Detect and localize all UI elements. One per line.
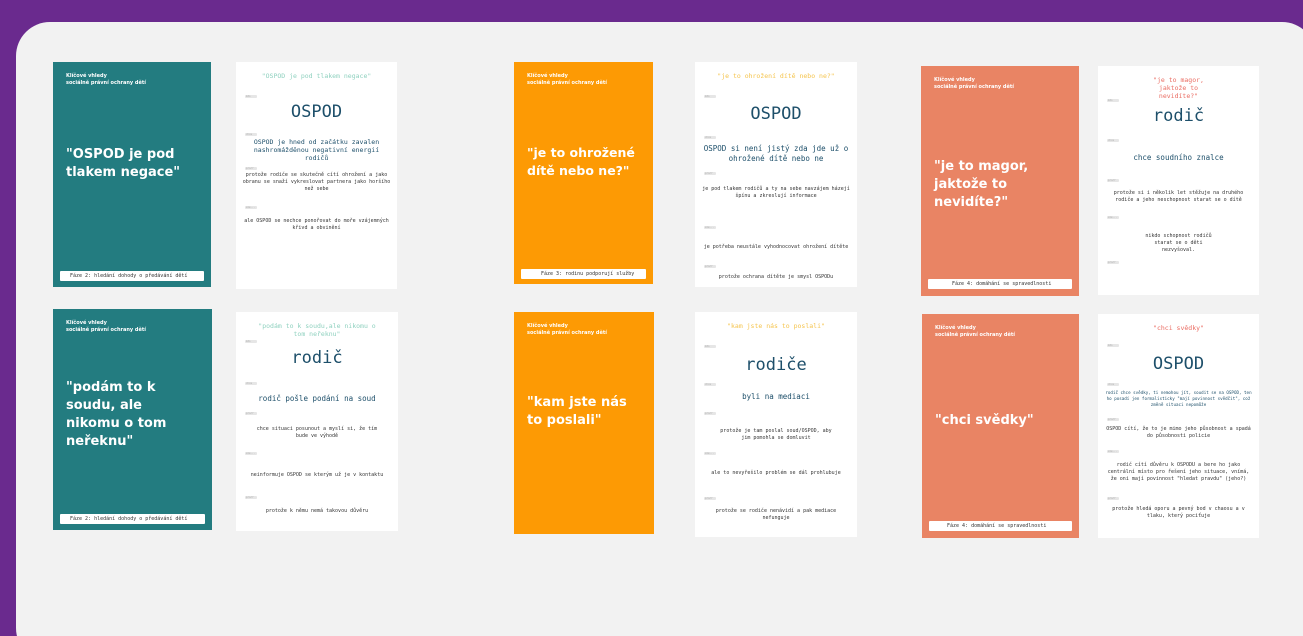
who-value: OSPOD [290, 102, 343, 122]
wants-label: chce [704, 136, 716, 139]
wants-label: chce [245, 133, 257, 136]
but-value: je potřeba neustále vyhodnocovat ohrožen… [703, 244, 849, 250]
why2-label: proč? [704, 265, 716, 268]
why-value: je pod tlakem rodičů a ty na sebe navzáj… [702, 186, 850, 199]
who-value: OSPOD [750, 104, 802, 124]
cover-quote: "je to ohrožené dítě nebo ne?" [527, 145, 635, 178]
why2-value: protože k němu nemá takovou důvěru [265, 508, 369, 514]
phase-badge: Fáze 2: hledání dohody o předávání dětí [60, 271, 204, 281]
cover-card[interactable]: Klíčové vhledy sociálně právní ochrany d… [922, 314, 1079, 538]
but-value: ale OSPOD se nechce ponořovat do moře vz… [244, 218, 389, 231]
but-label: ale... [245, 206, 257, 209]
why-value: OSPOD cítí, že to je mimo jeho působnost… [1106, 426, 1251, 439]
wants-label: chce [245, 382, 257, 385]
who-label: kdo [245, 95, 257, 98]
wants-value: byli na mediaci [742, 392, 810, 401]
why-label: proč? [704, 412, 716, 415]
why2-label: proč? [245, 496, 257, 499]
but-label: ale... [245, 452, 257, 455]
detail-quote: "je to ohrožení dítě nebo ne?" [717, 72, 835, 80]
why2-label: proč? [1107, 497, 1119, 500]
cover-card[interactable]: Klíčové vhledy sociálně právní ochrany d… [514, 62, 653, 284]
cover-quote: "chci svědky" [935, 413, 1034, 428]
detail-card[interactable]: "kam jste nás to poslali" kdo rodiče chc… [695, 312, 857, 537]
detail-quote: "chci svědky" [1153, 324, 1204, 332]
detail-quote: "kam jste nás to poslali" [727, 322, 825, 330]
who-label: kdo [1107, 344, 1119, 347]
but-label: ale... [1107, 216, 1119, 219]
why2-value: protože se rodiče nenávidí a pak mediace… [715, 508, 837, 521]
brand-label: Klíčové vhledy sociálně právní ochrany d… [934, 77, 1014, 90]
phase-badge: Fáze 3: rodinu podporují služby [521, 269, 646, 279]
cover-card[interactable]: Klíčové vhledy sociálně právní ochrany d… [53, 62, 211, 287]
who-label: kdo [704, 345, 716, 348]
why-value: protože si i několik let stěžuje na druh… [1113, 190, 1244, 203]
why2-label: proč? [1107, 261, 1119, 264]
cover-card[interactable]: Klíčové vhledy sociálně právní ochrany d… [514, 312, 654, 534]
cover-quote: "kam jste nás to poslali" [527, 395, 627, 428]
why-label: proč? [1107, 418, 1119, 421]
why-label: proč? [245, 412, 257, 415]
cover-quote: "je to magor, jaktože to nevidíte?" [934, 159, 1029, 210]
but-label: ale... [704, 226, 716, 229]
who-label: kdo [245, 340, 257, 343]
why-label: proč? [245, 167, 257, 170]
who-value: rodič [1152, 106, 1205, 126]
wants-value: OSPOD si není jistý zda jde už o ohrožen… [703, 144, 849, 163]
but-value: neinformuje OSPOD se kterým už je v kont… [250, 472, 384, 478]
detail-card[interactable]: "podám to k soudu,ale nikomu o tom neřek… [236, 312, 398, 531]
detail-card[interactable]: "OSPOD je pod tlakem negace" kdo OSPOD c… [236, 62, 397, 289]
why2-value: protože hledá oporu a pevný bod v chaosu… [1112, 506, 1245, 519]
phase-badge: Fáze 2: hledání dohody o předávání dětí [60, 514, 205, 524]
brand-label: Klíčové vhledy sociálně právní ochrany d… [935, 325, 1015, 338]
but-label: ale... [704, 452, 716, 455]
cover-quote: "OSPOD je pod tlakem negace" [66, 147, 181, 180]
cover-quote: "podám to k soudu, ale nikomu o tom neře… [66, 380, 167, 449]
why2-value: protože ochrana dítěte je smysl OSPODu [718, 274, 834, 280]
wants-label: chce [1107, 383, 1119, 386]
detail-card[interactable]: "je to magor, jaktože to nevidíte?" kdo … [1098, 66, 1259, 295]
who-value: rodič [291, 348, 343, 368]
detail-quote: "je to magor, jaktože to nevidíte?" [1153, 76, 1204, 100]
detail-quote: "OSPOD je pod tlakem negace" [261, 72, 372, 80]
why-value: chce situaci posunout a myslí si, že tím… [256, 426, 378, 439]
but-value: ale to nevyřešilo problém se dál prohlub… [711, 470, 841, 476]
wants-value: rodič chce svědky, ti nemohou jít, soudi… [1105, 390, 1252, 407]
but-value: nikdo schopnost rodičů starat se o děti … [1145, 233, 1212, 253]
but-label: ale... [1107, 450, 1119, 453]
brand-label: Klíčové vhledy sociálně právní ochrany d… [527, 323, 607, 336]
why-value: protože je tam poslal soud/OSPOD, aby ji… [720, 428, 832, 441]
why-label: proč? [1107, 179, 1119, 182]
who-label: kdo [1107, 99, 1119, 102]
who-value: OSPOD [1152, 354, 1205, 374]
brand-label: Klíčové vhledy sociálně právní ochrany d… [66, 320, 146, 333]
phase-badge: Fáze 4: domáhání se spravedlnosti [928, 279, 1072, 289]
cover-card[interactable]: Klíčové vhledy sociálně právní ochrany d… [53, 309, 212, 530]
detail-quote: "podám to k soudu,ale nikomu o tom neřek… [258, 322, 376, 338]
who-label: kdo [704, 95, 716, 98]
why2-label: proč? [704, 497, 716, 500]
who-value: rodiče [745, 355, 807, 375]
cover-card[interactable]: Klíčové vhledy sociálně právní ochrany d… [921, 66, 1079, 296]
why-label: proč? [704, 172, 716, 175]
detail-card[interactable]: "chci svědky" kdo OSPOD chce rodič chce … [1098, 314, 1259, 538]
wants-value: rodič pošle podání na soud [258, 394, 376, 403]
detail-card[interactable]: "je to ohrožení dítě nebo ne?" kdo OSPOD… [695, 62, 857, 287]
brand-label: Klíčové vhledy sociálně právní ochrany d… [66, 73, 146, 86]
but-value: rodič cítí důvěru k OSPODU a bere ho jak… [1107, 462, 1250, 482]
phase-badge: Fáze 4: domáhání se spravedlnosti [929, 521, 1072, 531]
brand-label: Klíčové vhledy sociálně právní ochrany d… [527, 73, 607, 86]
wants-value: chce soudního znalce [1133, 153, 1224, 162]
wants-value: OSPOD je hned od začátku zavalen nashrom… [253, 138, 380, 162]
wants-label: chce [704, 383, 716, 386]
why-value: protože rodiče se skutečně cítí ohrožení… [242, 172, 391, 192]
wants-label: chce [1107, 139, 1119, 142]
